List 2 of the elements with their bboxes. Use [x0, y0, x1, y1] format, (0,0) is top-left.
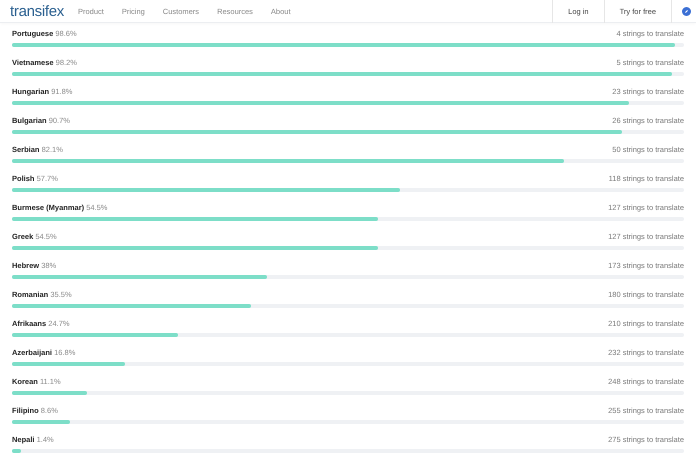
logo[interactable]: transifex	[10, 4, 64, 18]
compass-icon[interactable]	[682, 6, 691, 16]
